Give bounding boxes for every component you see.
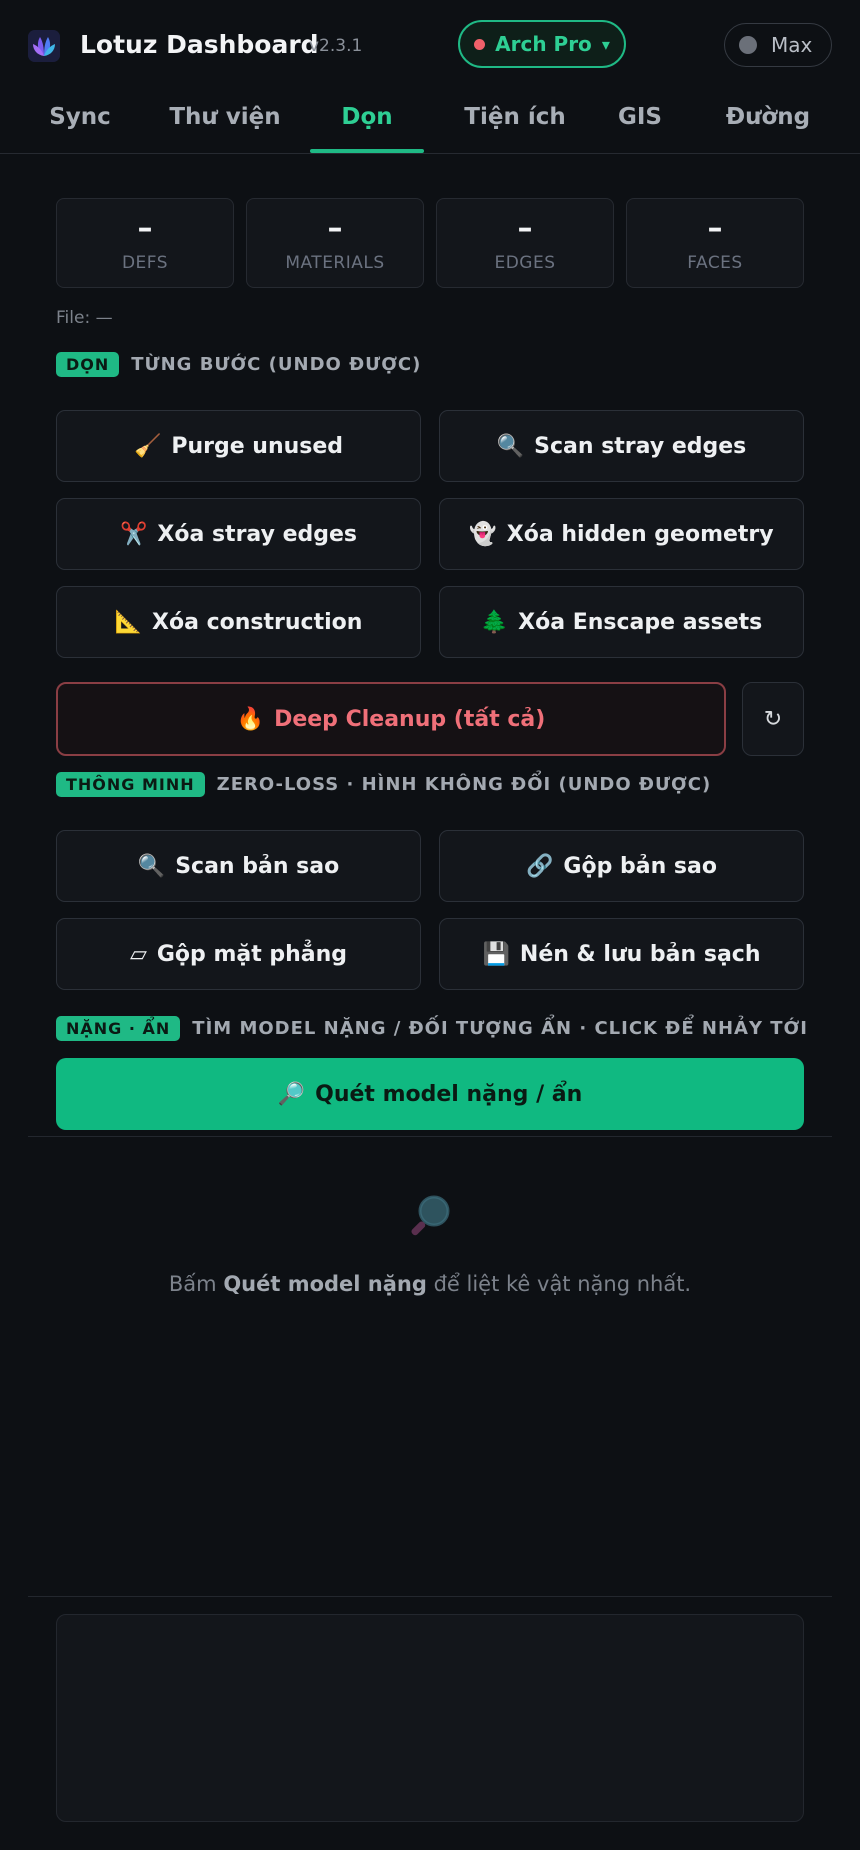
- deep-cleanup-button[interactable]: 🔥 Deep Cleanup (tất cả): [56, 682, 726, 756]
- stat-value: –: [517, 211, 533, 246]
- delete-stray-edges-button[interactable]: ✂️ Xóa stray edges: [56, 498, 421, 570]
- empty-bold: Quét model nặng: [223, 1272, 427, 1296]
- stat-label: EDGES: [494, 253, 556, 273]
- tab-sync[interactable]: Sync: [40, 104, 120, 130]
- magnifier-icon: 🔍: [496, 433, 525, 459]
- app-title: Lotuz Dashboard: [80, 30, 319, 59]
- scan-heavy-models-button[interactable]: 🔎 Quét model nặng / ẩn: [56, 1058, 804, 1130]
- scissors-icon: ✂️: [119, 521, 148, 547]
- mode-label: Max: [771, 33, 813, 57]
- stat-value: –: [707, 211, 723, 246]
- section-clean-header: DỌN TỪNG BƯỚC (UNDO ĐƯỢC): [56, 352, 421, 377]
- link-icon: 🔗: [526, 853, 554, 879]
- status-dot-icon: [474, 38, 486, 50]
- stat-defs: – DEFS: [56, 198, 234, 288]
- app-header: Lotuz Dashboard v2.3.1 Arch Pro ▾ Max: [0, 0, 860, 88]
- button-label: Xóa construction: [152, 609, 363, 635]
- button-label: Nén & lưu bản sạch: [519, 941, 761, 967]
- section-description: ZERO-LOSS · HÌNH KHÔNG ĐỔI (UNDO ĐƯỢC): [216, 774, 712, 795]
- delete-enscape-assets-button[interactable]: 🌲 Xóa Enscape assets: [439, 586, 804, 658]
- tab-utilities[interactable]: Tiện ích: [450, 104, 580, 130]
- scan-stray-edges-button[interactable]: 🔍 Scan stray edges: [439, 410, 804, 482]
- stat-value: –: [327, 211, 343, 246]
- section-description: TỪNG BƯỚC (UNDO ĐƯỢC): [131, 354, 422, 375]
- section-heavy-header: NẶNG · ẨN TÌM MODEL NẶNG / ĐỐI TƯỢNG ẨN …: [56, 1016, 808, 1041]
- section-description: TÌM MODEL NẶNG / ĐỐI TƯỢNG ẨN · CLICK ĐỂ…: [192, 1018, 808, 1039]
- refresh-icon: ↻: [763, 706, 783, 732]
- merge-duplicates-button[interactable]: 🔗 Gộp bản sao: [439, 830, 804, 902]
- tab-library[interactable]: Thư viện: [160, 104, 290, 130]
- profile-label: Arch Pro: [495, 32, 592, 56]
- section-badge: NẶNG · ẨN: [56, 1016, 181, 1041]
- empty-state-message: Bấm Quét model nặng để liệt kê vật nặng …: [0, 1272, 860, 1296]
- ghost-icon: 👻: [469, 521, 497, 547]
- divider: [28, 1596, 832, 1597]
- magnifier-icon: 🔎: [277, 1081, 306, 1107]
- button-label: Deep Cleanup (tất cả): [274, 706, 546, 732]
- section-badge: THÔNG MINH: [56, 772, 205, 797]
- version-label: v2.3.1: [309, 36, 363, 56]
- mode-toggle[interactable]: Max: [724, 23, 832, 67]
- empty-suffix: để liệt kê vật nặng nhất.: [426, 1272, 692, 1296]
- button-label: Xóa stray edges: [157, 521, 358, 547]
- compress-save-button[interactable]: 💾 Nén & lưu bản sạch: [439, 918, 804, 990]
- triangle-ruler-icon: 📐: [114, 609, 142, 635]
- tab-road[interactable]: Đường: [710, 104, 826, 130]
- empty-prefix: Bấm: [168, 1272, 224, 1296]
- divider: [28, 1136, 832, 1137]
- button-label: Scan bản sao: [175, 853, 340, 879]
- tab-gis[interactable]: GIS: [600, 104, 680, 130]
- chevron-down-icon: ▾: [601, 34, 610, 54]
- button-label: Gộp bản sao: [563, 853, 717, 879]
- delete-construction-button[interactable]: 📐 Xóa construction: [56, 586, 421, 658]
- button-label: Xóa Enscape assets: [518, 609, 763, 635]
- stat-label: MATERIALS: [285, 253, 385, 273]
- button-label: Scan stray edges: [534, 433, 747, 459]
- stat-materials: – MATERIALS: [246, 198, 424, 288]
- lotuz-logo-icon: [28, 30, 60, 62]
- button-label: Purge unused: [171, 433, 344, 459]
- section-smart-header: THÔNG MINH ZERO-LOSS · HÌNH KHÔNG ĐỔI (U…: [56, 772, 711, 797]
- delete-hidden-geometry-button[interactable]: 👻 Xóa hidden geometry: [439, 498, 804, 570]
- merge-coplanar-faces-button[interactable]: ▱ Gộp mặt phẳng: [56, 918, 421, 990]
- floppy-disk-icon: 💾: [482, 941, 510, 967]
- main-tabs: Sync Thư viện Dọn Tiện ích GIS Đường: [0, 88, 860, 154]
- stat-label: FACES: [687, 253, 743, 273]
- file-name-label: File: —: [56, 308, 113, 328]
- scan-duplicates-button[interactable]: 🔍 Scan bản sao: [56, 830, 421, 902]
- fire-icon: 🔥: [236, 706, 265, 732]
- stat-label: DEFS: [121, 253, 169, 273]
- magnifier-icon: [406, 1192, 454, 1240]
- button-label: Quét model nặng / ẩn: [315, 1081, 583, 1107]
- active-tab-indicator: [310, 149, 424, 153]
- broom-icon: 🧹: [133, 433, 162, 459]
- tab-clean[interactable]: Dọn: [310, 104, 424, 130]
- refresh-button[interactable]: ↻: [742, 682, 804, 756]
- stat-faces: – FACES: [626, 198, 804, 288]
- profile-selector[interactable]: Arch Pro ▾: [458, 20, 626, 68]
- button-label: Gộp mặt phẳng: [156, 941, 348, 967]
- results-panel: [56, 1614, 804, 1822]
- stat-value: –: [137, 211, 153, 246]
- toggle-knob-icon: [739, 36, 757, 54]
- tree-icon: 🌲: [480, 609, 509, 635]
- parallelogram-icon: ▱: [129, 941, 147, 967]
- magnifier-icon: 🔍: [137, 853, 166, 879]
- purge-unused-button[interactable]: 🧹 Purge unused: [56, 410, 421, 482]
- stat-edges: – EDGES: [436, 198, 614, 288]
- button-label: Xóa hidden geometry: [506, 521, 774, 547]
- section-badge: DỌN: [56, 352, 120, 377]
